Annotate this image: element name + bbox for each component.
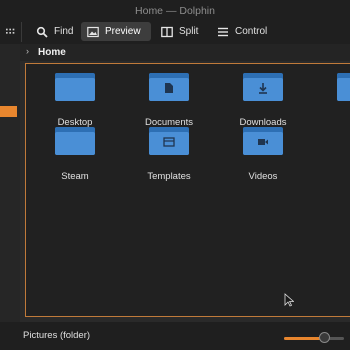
file-label: Templates bbox=[147, 171, 191, 182]
file-label: Steam bbox=[61, 171, 89, 182]
file-label: Videos bbox=[248, 171, 278, 182]
folder-videos-icon bbox=[243, 127, 283, 155]
split-view-icon bbox=[161, 26, 173, 37]
folder-templates-icon bbox=[149, 127, 189, 155]
split-label: Split bbox=[179, 26, 199, 37]
file-label: M bbox=[312, 117, 350, 128]
file-item-videos[interactable]: Videos bbox=[228, 127, 298, 182]
toolbar-separator bbox=[21, 22, 22, 42]
menu-grid-button[interactable] bbox=[0, 22, 22, 41]
folder-desktop-icon bbox=[55, 73, 95, 101]
find-label: Find bbox=[54, 26, 74, 37]
zoom-slider-handle[interactable] bbox=[319, 332, 331, 343]
file-item-desktop[interactable]: Desktop bbox=[40, 73, 110, 128]
toolbar: Find Preview Split Control bbox=[0, 22, 350, 44]
breadcrumb-chevron-icon[interactable]: › bbox=[26, 46, 29, 56]
search-icon bbox=[36, 26, 48, 38]
title-bar: Home — Dolphin bbox=[0, 0, 350, 22]
find-button[interactable]: Find bbox=[30, 22, 79, 41]
zoom-slider-fill bbox=[284, 337, 325, 340]
window-title: Home — Dolphin bbox=[135, 5, 215, 17]
folder-downloads-icon bbox=[243, 73, 283, 101]
control-label: Control bbox=[235, 26, 268, 37]
file-item-downloads[interactable]: Downloads bbox=[228, 73, 298, 128]
status-text: Pictures (folder) bbox=[23, 330, 91, 341]
grid-dots-icon bbox=[6, 28, 15, 34]
folder-icon bbox=[337, 73, 350, 101]
folder-documents-icon bbox=[149, 73, 189, 101]
file-item-partial[interactable]: M bbox=[322, 73, 350, 123]
preview-button[interactable]: Preview bbox=[81, 22, 151, 41]
preview-label: Preview bbox=[105, 26, 141, 37]
folder-icon bbox=[55, 127, 95, 155]
status-bar: Pictures (folder) bbox=[0, 322, 350, 350]
breadcrumb: › Home bbox=[20, 44, 350, 61]
image-preview-icon bbox=[87, 26, 99, 37]
file-view[interactable]: Desktop Documents Downloads Steam Templa… bbox=[25, 63, 350, 317]
mouse-cursor-icon bbox=[284, 293, 294, 307]
places-selected-item[interactable] bbox=[0, 106, 17, 117]
breadcrumb-home[interactable]: Home bbox=[38, 47, 66, 58]
split-button[interactable]: Split bbox=[155, 22, 204, 41]
file-item-documents[interactable]: Documents bbox=[134, 73, 204, 128]
places-panel bbox=[0, 44, 20, 350]
control-button[interactable]: Control bbox=[211, 22, 273, 41]
file-item-steam[interactable]: Steam bbox=[40, 127, 110, 182]
hamburger-menu-icon bbox=[218, 27, 228, 36]
dolphin-window: Home — Dolphin Find Preview Split Contro… bbox=[0, 0, 350, 350]
file-item-templates[interactable]: Templates bbox=[134, 127, 204, 182]
